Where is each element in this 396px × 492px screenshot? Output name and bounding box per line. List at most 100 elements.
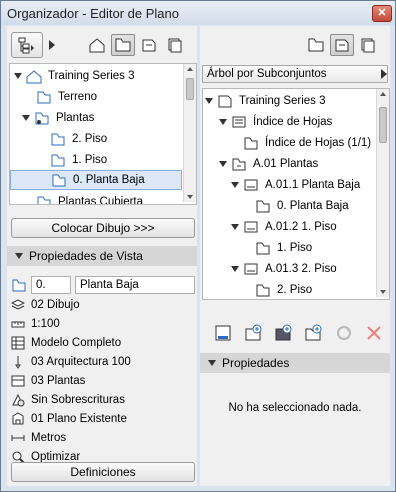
pen-icon (15, 356, 21, 369)
publisher-icon (168, 38, 182, 53)
tree-row-project[interactable]: Training Series 3 (14, 66, 184, 86)
layout-book-tree[interactable]: Training Series 3 Índice de Hojas Índice… (202, 88, 390, 300)
collapse-toggle-icon[interactable] (14, 73, 22, 79)
left-tree-scrollbar[interactable] (183, 64, 196, 202)
right-publisher-tab[interactable] (356, 34, 380, 56)
tree-label: Plantas (56, 112, 95, 124)
tree-row-layout-a011[interactable]: A.01.1 Planta Baja (231, 175, 360, 195)
layout-icon (244, 263, 258, 275)
view-map-tree[interactable]: Training Series 3 Terreno Plantas 2. Pis… (9, 63, 197, 205)
prop-label: 03 Plantas (31, 375, 86, 387)
tree-row-layout-a013[interactable]: A.01.3 2. Piso (231, 259, 337, 279)
no-selection-message: No ha seleccionado nada. (228, 402, 362, 414)
scroll-down-icon[interactable] (187, 195, 193, 199)
scroll-thumb[interactable] (379, 107, 387, 143)
tree-row-index-sheet[interactable]: Índice de Hojas (1/1) (243, 133, 371, 153)
tree-label: Índice de Hojas (253, 116, 333, 128)
right-panel: Árbol por Subconjuntos Training Series 3… (200, 26, 390, 486)
tree-row-plantas-cubierta[interactable]: Plantas Cubierta (36, 192, 186, 204)
tree-row-planta-baja-selected[interactable]: 0. Planta Baja (10, 170, 182, 190)
collapse-toggle-icon[interactable] (231, 182, 239, 188)
tree-label: Training Series 3 (48, 70, 135, 82)
tree-label: A.01 Plantas (253, 158, 319, 170)
collapse-toggle-icon[interactable] (219, 161, 227, 167)
definitions-button[interactable]: Definiciones (11, 462, 195, 482)
scroll-thumb[interactable] (186, 78, 194, 100)
tree-label: 0. Planta Baja (277, 200, 349, 212)
project-map-tab[interactable] (85, 34, 109, 56)
prop-pen-set[interactable]: 03 Arquitectura 100 (11, 353, 131, 371)
prop-scale[interactable]: 1:100 (11, 315, 60, 333)
tree-label: A.01.2 1. Piso (265, 221, 337, 233)
collapse-toggle-icon[interactable] (208, 360, 216, 366)
close-button[interactable]: ✕ (372, 5, 392, 22)
place-drawing-button[interactable]: Colocar Dibujo >>> (11, 218, 195, 238)
new-master-layout-icon[interactable] (274, 323, 294, 343)
tree-row-plantas[interactable]: Plantas (22, 108, 182, 128)
prop-graphic-override[interactable]: Sin Sobrescrituras (11, 391, 125, 409)
collapse-toggle-icon[interactable] (15, 253, 23, 259)
tree-row-index[interactable]: Índice de Hojas (219, 112, 332, 132)
menu-arrow-icon (49, 40, 55, 50)
view-properties-header[interactable]: Propiedades de Vista (7, 246, 197, 266)
tree-row-layout-book[interactable]: Training Series 3 (205, 91, 326, 111)
new-subset-icon[interactable] (244, 323, 264, 343)
prop-label: 1:100 (31, 318, 60, 330)
view-map-icon (308, 38, 324, 52)
story-icon (37, 196, 51, 204)
update-icon[interactable] (334, 323, 354, 343)
tree-row-drawing-2-piso[interactable]: 2. Piso (255, 280, 312, 299)
tree-row-drawing-1-piso[interactable]: 1. Piso (255, 238, 312, 258)
scroll-up-icon[interactable] (187, 67, 193, 71)
tree-mode-dropdown[interactable]: Árbol por Subconjuntos (202, 65, 388, 83)
index-icon (232, 116, 246, 128)
properties-header[interactable]: Propiedades (200, 353, 390, 373)
prop-label: Sin Sobrescrituras (31, 394, 125, 406)
publisher-icon (361, 38, 375, 53)
title-bar[interactable]: Organizador - Editor de Plano ✕ (1, 1, 395, 25)
tree-row-subset-a01[interactable]: A.01 Plantas (219, 154, 318, 174)
layers-icon (11, 299, 25, 310)
tree-label: 1. Piso (72, 154, 108, 166)
right-view-map-tab[interactable] (304, 34, 328, 56)
tree-row-layout-a012[interactable]: A.01.2 1. Piso (231, 217, 337, 237)
delete-icon[interactable] (364, 323, 384, 343)
prop-model-view[interactable]: 03 Plantas (11, 372, 85, 390)
scroll-down-icon[interactable] (380, 290, 386, 294)
right-layout-book-tab[interactable] (330, 34, 354, 56)
new-folder-icon[interactable] (304, 323, 324, 343)
collapse-toggle-icon[interactable] (205, 98, 213, 104)
layout-book-tab[interactable] (137, 34, 161, 56)
prop-structure-display[interactable]: Modelo Completo (11, 334, 121, 352)
scroll-up-icon[interactable] (380, 92, 386, 96)
tree-label: A.01.1 Planta Baja (265, 179, 361, 191)
layout-icon (244, 221, 258, 233)
renovation-icon (12, 412, 24, 425)
prop-layer-combination[interactable]: 02 Dibujo (11, 296, 80, 314)
tree-row-terreno[interactable]: Terreno (36, 87, 186, 107)
house-icon (89, 38, 105, 53)
view-map-tab[interactable] (111, 34, 135, 56)
structure-icon (11, 336, 25, 350)
collapse-toggle-icon[interactable] (231, 266, 239, 272)
story-icon (51, 133, 65, 146)
tree-row-2-piso[interactable]: 2. Piso (50, 129, 180, 149)
collapse-toggle-icon[interactable] (219, 119, 227, 125)
prop-label: 02 Dibujo (31, 299, 80, 311)
tree-row-drawing-planta-baja[interactable]: 0. Planta Baja (255, 196, 349, 216)
view-id-field[interactable]: 0. (31, 276, 71, 294)
publisher-tab[interactable] (163, 34, 187, 56)
tree-label: 2. Piso (72, 133, 108, 145)
prop-dimension-units[interactable]: Metros (11, 429, 66, 447)
collapse-toggle-icon[interactable] (231, 224, 239, 230)
new-layout-icon[interactable] (214, 323, 234, 343)
story-icon (51, 154, 65, 167)
override-icon (12, 393, 25, 407)
navigator-menu-button[interactable] (11, 32, 43, 58)
tree-row-1-piso[interactable]: 1. Piso (50, 150, 180, 170)
collapse-toggle-icon[interactable] (22, 115, 30, 121)
prop-renovation-filter[interactable]: 01 Plano Existente (11, 410, 127, 428)
view-name-field[interactable]: Planta Baja (75, 276, 195, 294)
drawing-icon (256, 200, 270, 213)
right-tree-scrollbar[interactable] (376, 89, 389, 297)
